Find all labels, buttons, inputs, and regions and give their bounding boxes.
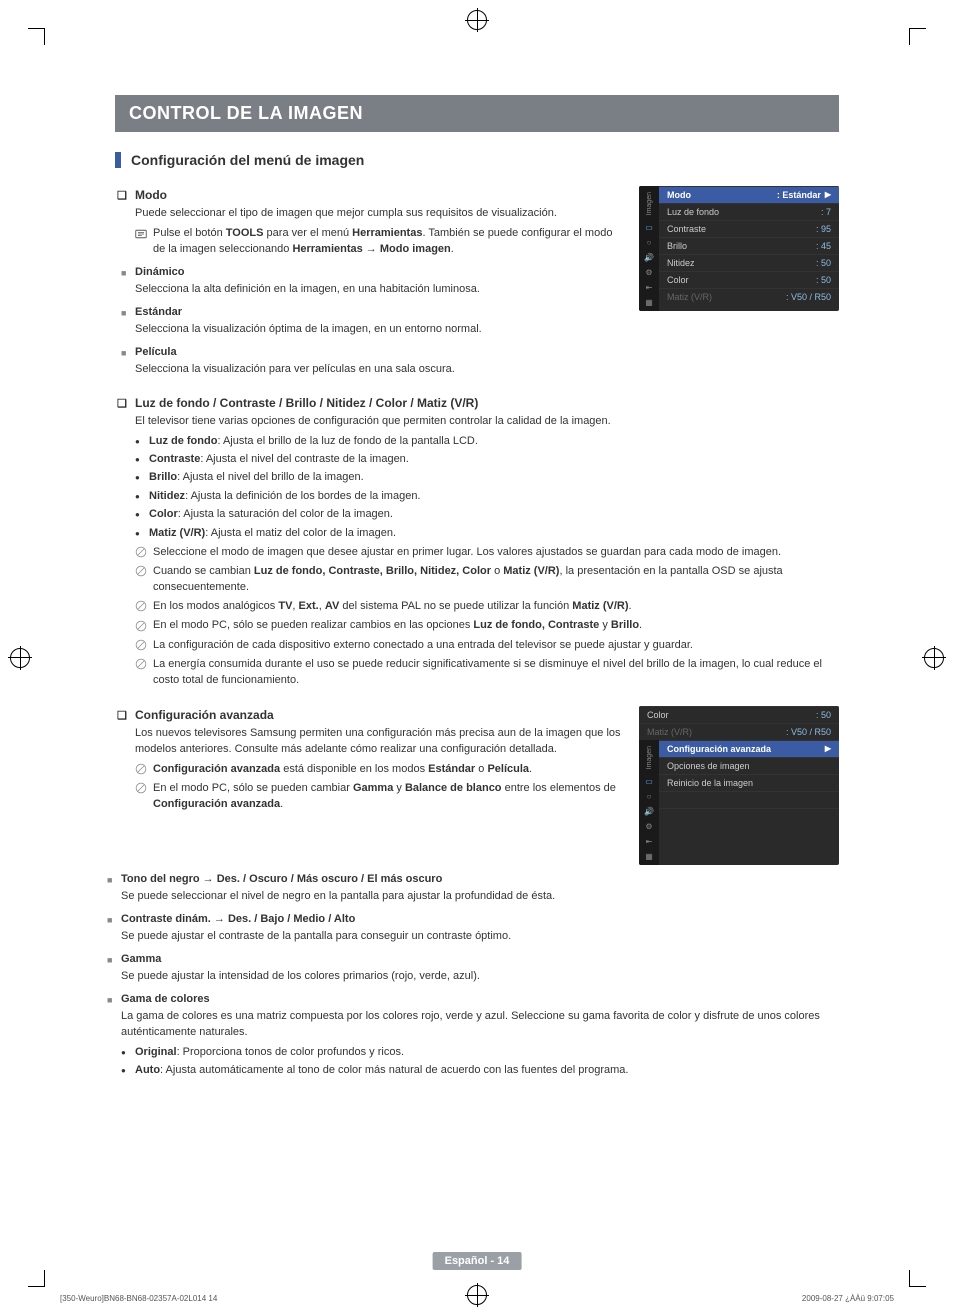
note-icon [135, 545, 147, 560]
sub-contraste-dinam-text: Se puede ajustar el contraste de la pant… [121, 929, 839, 945]
osd-row: Opciones de imagen [659, 757, 839, 774]
note-icon [135, 781, 147, 796]
app-icon: ▦ [645, 298, 653, 307]
osd-row [659, 791, 839, 808]
sub-pelicula: Película [135, 346, 623, 358]
sub-gama-colores-text: La gama de colores es una matriz compues… [121, 1009, 839, 1041]
avanzada-intro: Los nuevos televisores Samsung permiten … [135, 726, 623, 758]
osd-row: Matiz (V/R): V50 / R50 [639, 723, 839, 740]
luz-notes: Seleccione el modo de imagen que desee a… [135, 545, 839, 688]
registration-mark-icon [467, 10, 487, 30]
circle-icon: ○ [647, 238, 652, 247]
sub-estandar: Estándar [135, 306, 623, 318]
circle-icon: ○ [647, 792, 652, 801]
gear-icon: ⚙ [645, 822, 652, 831]
section-accent-bar [115, 152, 121, 168]
section-banner: CONTROL DE LA IMAGEN [115, 95, 839, 132]
sub-dinamico: Dinámico [135, 266, 623, 278]
monitor-icon: ▭ [645, 777, 653, 786]
monitor-icon: ▭ [645, 223, 653, 232]
osd-row [659, 808, 839, 825]
osd-side-label: Imagen [646, 190, 653, 217]
note-icon [135, 618, 147, 633]
osd-row: Color: 50 [659, 271, 839, 288]
osd-row: Contraste: 95 [659, 220, 839, 237]
app-icon: ▦ [645, 852, 653, 861]
osd-panel-imagen: Imagen ▭ ○ 🔊 ⚙ ⇤ ▦ Modo : Estándar [639, 186, 839, 311]
sub-pelicula-text: Selecciona la visualización para ver pel… [135, 362, 623, 378]
modo-intro: Puede seleccionar el tipo de imagen que … [135, 206, 623, 222]
luz-intro: El televisor tiene varias opciones de co… [135, 414, 839, 430]
gama-bullets: Original: Proporciona tonos de color pro… [121, 1045, 839, 1079]
osd-row: Color: 50 [639, 706, 839, 723]
speaker-icon: 🔊 [644, 807, 654, 816]
registration-mark-icon [467, 1285, 487, 1305]
speaker-icon: 🔊 [644, 253, 654, 262]
sub-tono-negro: Tono del negro → Des. / Oscuro / Más osc… [121, 873, 839, 885]
heading-modo: ❏ Modo [135, 188, 623, 202]
avanzada-notes: Configuración avanzada está disponible e… [135, 762, 623, 812]
note-icon [135, 599, 147, 614]
footer-right: 2009-08-27 ¿ÀÀü 9:07:05 [802, 1294, 894, 1303]
tools-icon [135, 227, 147, 243]
page-number: Español - 14 [433, 1252, 522, 1270]
osd-panel-avanzada: Color: 50 Matiz (V/R): V50 / R50 Imagen … [639, 706, 839, 865]
arrow-right-icon: ▶ [825, 744, 831, 754]
sub-gama-colores: Gama de colores [121, 993, 839, 1005]
registration-mark-icon [924, 648, 944, 668]
osd-side-label: Imagen [646, 744, 653, 771]
osd-row-modo: Modo : Estándar ▶ [659, 186, 839, 203]
osd-row: Reinicio de la imagen [659, 774, 839, 791]
osd-row: Matiz (V/R): V50 / R50 [659, 288, 839, 305]
sub-contraste-dinam: Contraste dinám. → Des. / Bajo / Medio /… [121, 913, 839, 925]
osd-row: Brillo: 45 [659, 237, 839, 254]
footer-left: [350-Weuro]BN68-BN68-02357A-02L014 14 [60, 1294, 217, 1303]
osd-row: Luz de fondo: 7 [659, 203, 839, 220]
note-icon [135, 657, 147, 672]
sub-gamma: Gamma [121, 953, 839, 965]
registration-mark-icon [10, 648, 30, 668]
arrow-right-icon: ▶ [825, 190, 831, 200]
heading-avanzada: ❏ Configuración avanzada [135, 708, 623, 722]
sub-estandar-text: Selecciona la visualización óptima de la… [135, 322, 623, 338]
osd-row-avanzada: Configuración avanzada ▶ [659, 740, 839, 757]
osd-row: Nitidez: 50 [659, 254, 839, 271]
gear-icon: ⚙ [645, 268, 652, 277]
input-icon: ⇤ [646, 837, 653, 846]
luz-bullet-list: Luz de fondo: Ajusta el brillo de la luz… [135, 434, 839, 541]
sub-tono-negro-text: Se puede seleccionar el nivel de negro e… [121, 889, 839, 905]
sub-dinamico-text: Selecciona la alta definición en la imag… [135, 282, 623, 298]
heading-luz: ❏ Luz de fondo / Contraste / Brillo / Ni… [135, 396, 839, 410]
input-icon: ⇤ [646, 283, 653, 292]
note-icon [135, 638, 147, 653]
modo-tools-note: Pulse el botón TOOLS para ver el menú He… [135, 226, 623, 258]
sub-gamma-text: Se puede ajustar la intensidad de los co… [121, 969, 839, 985]
section-title: Configuración del menú de imagen [131, 152, 364, 168]
note-icon [135, 564, 147, 579]
note-icon [135, 762, 147, 777]
